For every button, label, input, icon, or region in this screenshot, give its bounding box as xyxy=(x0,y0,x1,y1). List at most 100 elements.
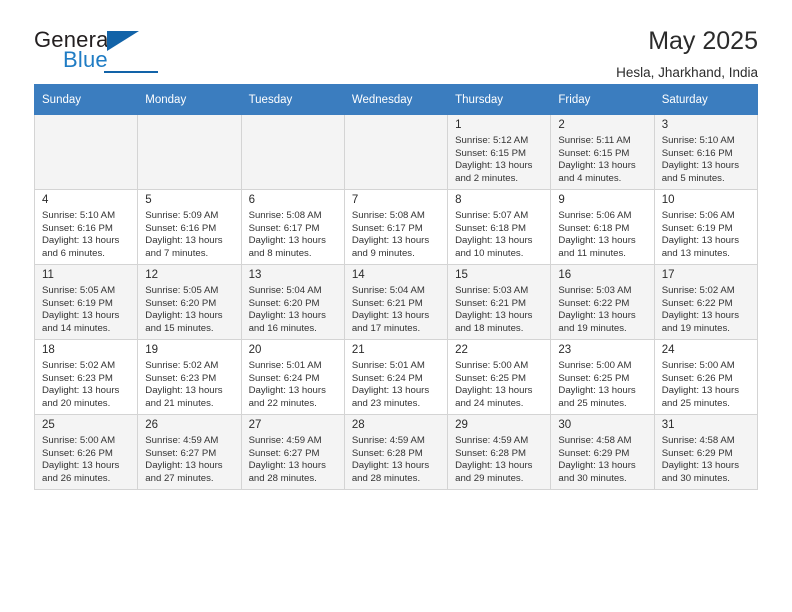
calendar-cell-content: 4 Sunrise: 5:10 AM Sunset: 6:16 PM Daylight… xyxy=(35,190,137,264)
daylight-duration-line2: and 23 minutes. xyxy=(351,397,421,409)
day-sun-info: Sunrise: 5:10 AM Sunset: 6:16 PM Daylight:… xyxy=(42,210,131,260)
calendar-day-cell[interactable]: 2 Sunrise: 5:11 AM Sunset: 6:15 PM Daylight… xyxy=(550,114,655,190)
calendar-cell-empty xyxy=(240,114,345,190)
daylight-duration-line1: Daylight: 13 hours xyxy=(351,310,430,322)
weekday-header-thursday: Thursday xyxy=(447,84,552,115)
calendar-day-cell[interactable]: 30 Sunrise: 4:58 AM Sunset: 6:29 PM Dayligh… xyxy=(550,414,655,490)
sunset-time: Sunset: 6:18 PM xyxy=(455,222,527,234)
sunrise-time: Sunrise: 5:11 AM xyxy=(558,135,631,146)
calendar-day-cell[interactable]: 13 Sunrise: 5:04 AM Sunset: 6:20 PM Dayligh… xyxy=(240,264,345,340)
calendar-day-cell[interactable]: 8 Sunrise: 5:07 AM Sunset: 6:18 PM Daylight… xyxy=(447,189,552,265)
calendar-cell-content: 13 Sunrise: 5:04 AM Sunset: 6:20 PM Dayligh… xyxy=(242,265,344,339)
calendar-day-cell[interactable]: 6 Sunrise: 5:08 AM Sunset: 6:17 PM Daylight… xyxy=(240,189,345,265)
sunrise-time: Sunrise: 5:03 AM xyxy=(455,285,529,296)
calendar-day-cell[interactable]: 17 Sunrise: 5:02 AM Sunset: 6:22 PM Dayligh… xyxy=(653,264,759,340)
calendar-day-cell[interactable]: 12 Sunrise: 5:05 AM Sunset: 6:20 PM Dayligh… xyxy=(137,264,242,340)
calendar-day-cell[interactable]: 7 Sunrise: 5:08 AM Sunset: 6:17 PM Daylight… xyxy=(343,189,449,265)
calendar-day-cell[interactable]: 5 Sunrise: 5:09 AM Sunset: 6:16 PM Daylight… xyxy=(137,189,242,265)
sunset-time: Sunset: 6:15 PM xyxy=(558,147,630,159)
calendar-day-cell[interactable]: 10 Sunrise: 5:06 AM Sunset: 6:19 PM Dayligh… xyxy=(653,189,759,265)
daylight-duration-line1: Daylight: 13 hours xyxy=(351,460,430,472)
calendar-day-cell[interactable]: 4 Sunrise: 5:10 AM Sunset: 6:16 PM Daylight… xyxy=(33,189,139,265)
calendar-day-cell[interactable]: 20 Sunrise: 5:01 AM Sunset: 6:24 PM Dayligh… xyxy=(240,339,345,415)
calendar-day-cell[interactable]: 19 Sunrise: 5:02 AM Sunset: 6:23 PM Dayligh… xyxy=(137,339,242,415)
day-number: 22 xyxy=(455,344,468,356)
calendar-day-cell[interactable]: 18 Sunrise: 5:02 AM Sunset: 6:23 PM Dayligh… xyxy=(33,339,139,415)
calendar-cell-content: 7 Sunrise: 5:08 AM Sunset: 6:17 PM Daylight… xyxy=(345,190,447,264)
logo-text-blue: Blue xyxy=(63,47,108,72)
day-number: 15 xyxy=(455,269,468,281)
day-number: 11 xyxy=(42,269,54,281)
sunset-time: Sunset: 6:25 PM xyxy=(558,372,630,384)
daylight-duration-line2: and 24 minutes. xyxy=(455,397,524,409)
day-sun-info: Sunrise: 5:12 AM Sunset: 6:15 PM Daylight:… xyxy=(455,135,544,185)
daylight-duration-line1: Daylight: 13 hours xyxy=(248,310,326,322)
daylight-duration-line1: Daylight: 13 hours xyxy=(351,385,430,397)
day-number: 1 xyxy=(455,119,462,131)
day-sun-info: Sunrise: 5:00 AM Sunset: 6:25 PM Daylight:… xyxy=(558,360,647,410)
sunset-time: Sunset: 6:26 PM xyxy=(661,372,733,384)
calendar-cell-content: 23 Sunrise: 5:00 AM Sunset: 6:25 PM Dayligh… xyxy=(551,340,653,414)
general-blue-logo[interactable]: General Blue xyxy=(34,28,184,76)
calendar-day-cell[interactable]: 28 Sunrise: 4:59 AM Sunset: 6:28 PM Dayligh… xyxy=(343,414,449,490)
calendar-cell-content: 3 Sunrise: 5:10 AM Sunset: 6:16 PM Daylight… xyxy=(655,115,757,189)
day-sun-info: Sunrise: 5:02 AM Sunset: 6:22 PM Daylight:… xyxy=(662,285,751,335)
calendar-day-cell[interactable]: 11 Sunrise: 5:05 AM Sunset: 6:19 PM Dayligh… xyxy=(33,264,139,340)
calendar-day-cell[interactable]: 22 Sunrise: 5:00 AM Sunset: 6:25 PM Dayligh… xyxy=(447,339,552,415)
calendar-day-cell[interactable]: 15 Sunrise: 5:03 AM Sunset: 6:21 PM Dayligh… xyxy=(447,264,552,340)
day-number: 6 xyxy=(248,194,255,206)
calendar-day-cell[interactable]: 16 Sunrise: 5:03 AM Sunset: 6:22 PM Dayligh… xyxy=(550,264,655,340)
day-number: 17 xyxy=(661,269,675,281)
daylight-duration-line2: and 30 minutes. xyxy=(661,472,730,484)
calendar-cell-content xyxy=(242,115,344,189)
day-sun-info: Sunrise: 5:04 AM Sunset: 6:21 PM Daylight:… xyxy=(352,285,441,335)
day-number: 9 xyxy=(558,194,565,206)
day-sun-info: Sunrise: 4:59 AM Sunset: 6:27 PM Daylight:… xyxy=(145,435,234,485)
calendar-day-cell[interactable]: 9 Sunrise: 5:06 AM Sunset: 6:18 PM Daylight… xyxy=(550,189,655,265)
daylight-duration-line1: Daylight: 13 hours xyxy=(42,310,120,322)
sunrise-time: Sunrise: 5:07 AM xyxy=(455,210,529,221)
daylight-duration-line1: Daylight: 13 hours xyxy=(558,385,636,397)
calendar-day-cell[interactable]: 14 Sunrise: 5:04 AM Sunset: 6:21 PM Dayligh… xyxy=(343,264,449,340)
calendar-day-cell[interactable]: 24 Sunrise: 5:00 AM Sunset: 6:26 PM Dayligh… xyxy=(653,339,759,415)
calendar-cell-content: 27 Sunrise: 4:59 AM Sunset: 6:27 PM Dayligh… xyxy=(242,415,344,489)
calendar-week-row: 4 Sunrise: 5:10 AM Sunset: 6:16 PM Daylight… xyxy=(33,189,759,265)
day-number: 27 xyxy=(248,419,262,431)
calendar-day-cell[interactable]: 23 Sunrise: 5:00 AM Sunset: 6:25 PM Dayligh… xyxy=(550,339,655,415)
calendar-day-cell[interactable]: 29 Sunrise: 4:59 AM Sunset: 6:28 PM Dayligh… xyxy=(447,414,552,490)
sunset-time: Sunset: 6:22 PM xyxy=(558,297,630,309)
daylight-duration-line1: Daylight: 13 hours xyxy=(455,160,533,172)
day-number: 8 xyxy=(455,194,462,206)
header-titles: May 2025 Hesla, Jharkhand, India xyxy=(616,27,758,79)
calendar-cell-content xyxy=(138,115,240,189)
day-sun-info: Sunrise: 5:11 AM Sunset: 6:15 PM Daylight:… xyxy=(558,135,647,185)
calendar-day-cell[interactable]: 3 Sunrise: 5:10 AM Sunset: 6:16 PM Daylight… xyxy=(653,114,759,190)
calendar-day-cell[interactable]: 25 Sunrise: 5:00 AM Sunset: 6:26 PM Dayligh… xyxy=(33,414,139,490)
calendar-day-cell[interactable]: 27 Sunrise: 4:59 AM Sunset: 6:27 PM Dayligh… xyxy=(240,414,345,490)
triangle-logo-icon xyxy=(107,31,139,51)
daylight-duration-line2: and 27 minutes. xyxy=(145,472,214,484)
day-sun-info: Sunrise: 5:09 AM Sunset: 6:16 PM Daylight:… xyxy=(145,210,234,260)
sunrise-time: Sunrise: 5:04 AM xyxy=(351,285,425,296)
daylight-duration-line1: Daylight: 13 hours xyxy=(145,385,223,397)
calendar-day-cell[interactable]: 1 Sunrise: 5:12 AM Sunset: 6:15 PM Daylight… xyxy=(447,114,552,190)
sunrise-time: Sunrise: 5:02 AM xyxy=(42,360,116,371)
daylight-duration-line2: and 14 minutes. xyxy=(42,322,111,334)
calendar-cell-content: 2 Sunrise: 5:11 AM Sunset: 6:15 PM Daylight… xyxy=(551,115,653,189)
calendar-cell-content xyxy=(35,115,137,189)
day-number: 30 xyxy=(558,419,572,431)
sunrise-time: Sunrise: 4:59 AM xyxy=(351,435,425,446)
day-number: 26 xyxy=(145,419,159,431)
daylight-duration-line2: and 25 minutes. xyxy=(558,397,627,409)
sunset-time: Sunset: 6:29 PM xyxy=(661,447,733,459)
calendar-week-row: 11 Sunrise: 5:05 AM Sunset: 6:19 PM Dayligh… xyxy=(33,264,759,340)
weekday-header-monday: Monday xyxy=(137,84,242,115)
sunrise-time: Sunrise: 5:02 AM xyxy=(661,285,735,296)
daylight-duration-line1: Daylight: 13 hours xyxy=(455,385,533,397)
weekday-header-friday: Friday xyxy=(550,84,655,115)
calendar-day-cell[interactable]: 21 Sunrise: 5:01 AM Sunset: 6:24 PM Dayligh… xyxy=(343,339,449,415)
sunrise-time: Sunrise: 5:00 AM xyxy=(558,360,632,371)
calendar-day-cell[interactable]: 31 Sunrise: 4:58 AM Sunset: 6:29 PM Dayligh… xyxy=(653,414,759,490)
calendar-day-cell[interactable]: 26 Sunrise: 4:59 AM Sunset: 6:27 PM Dayligh… xyxy=(137,414,242,490)
day-number: 3 xyxy=(661,119,669,131)
